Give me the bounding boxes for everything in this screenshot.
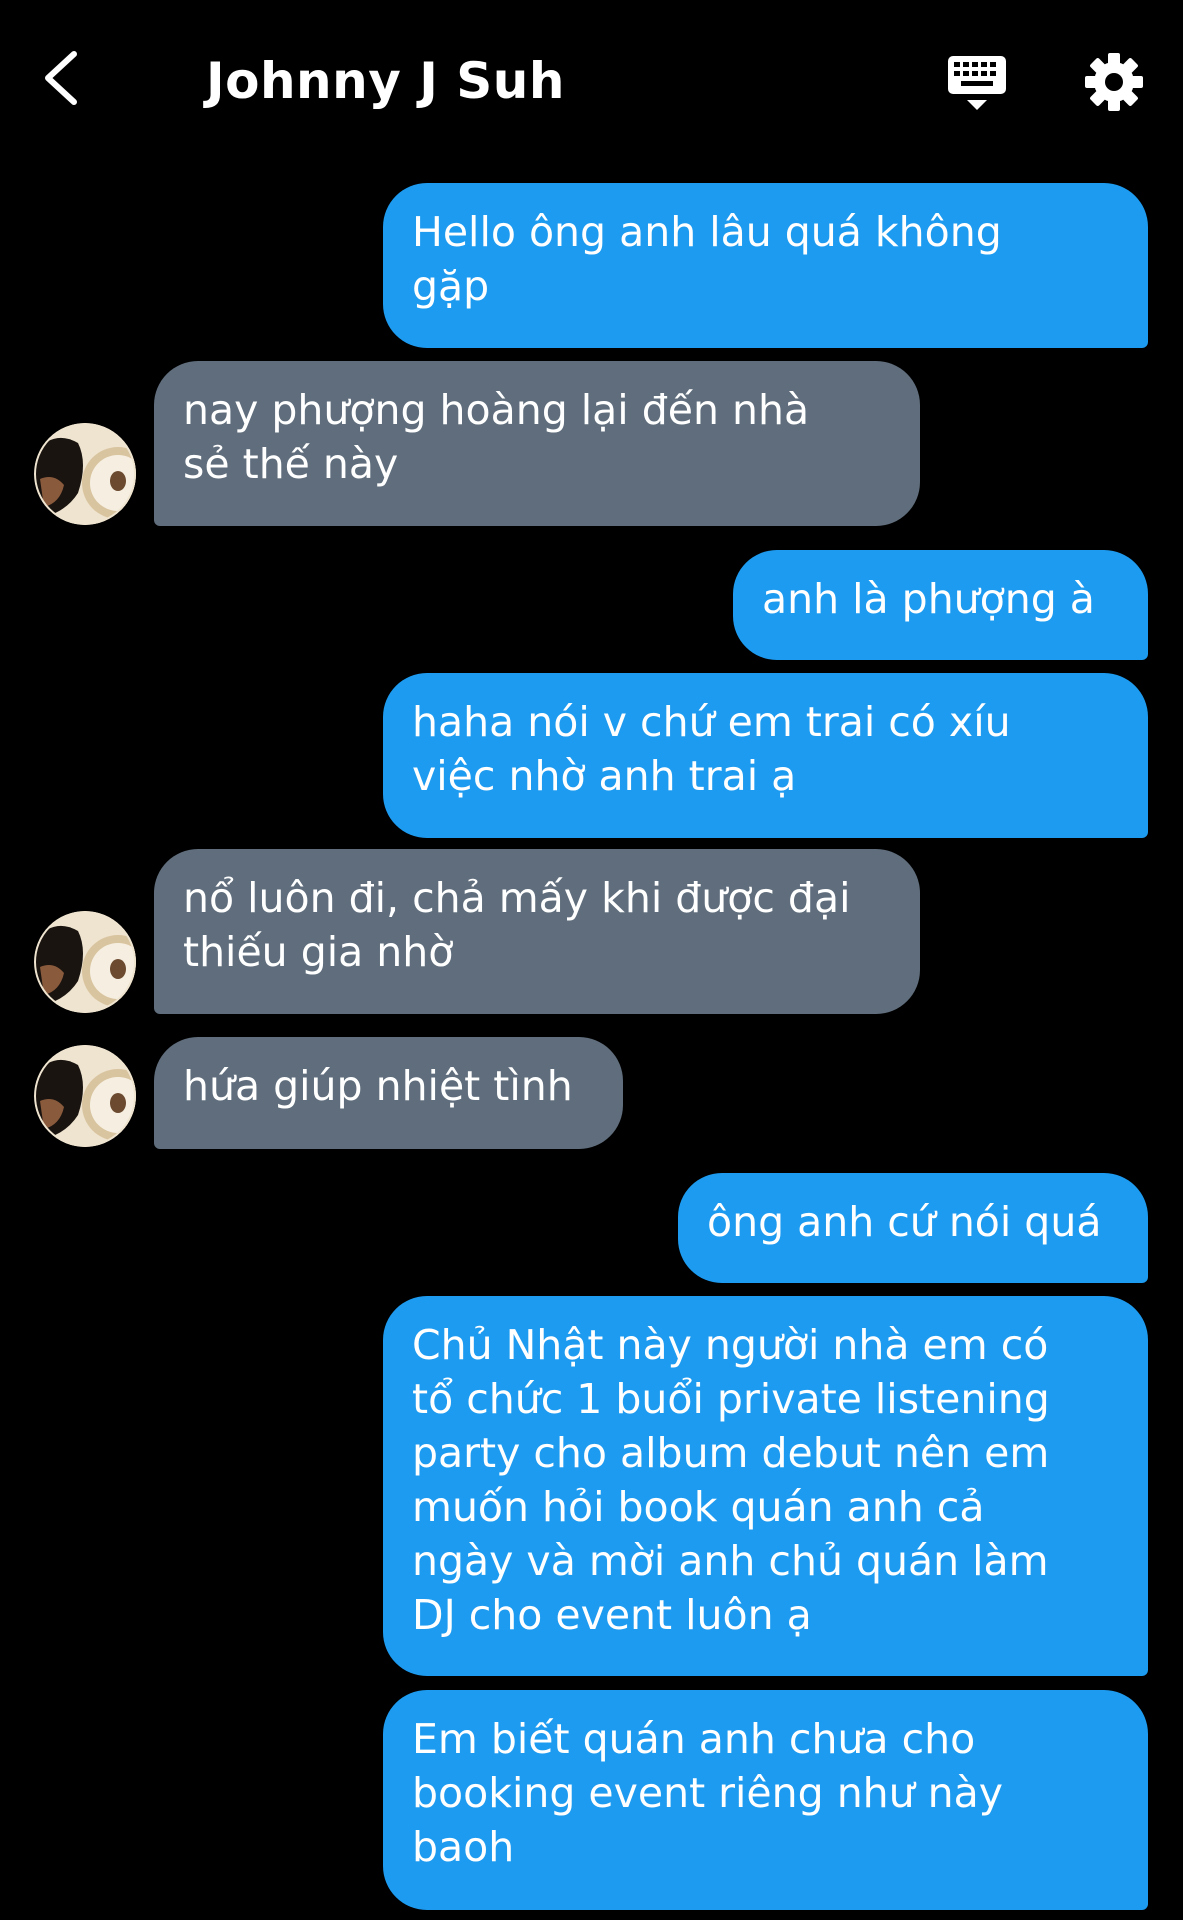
outgoing-message[interactable]: ông anh cứ nói quá [678, 1173, 1148, 1283]
chevron-left-icon [45, 51, 77, 105]
chat-header: Johnny J Suh [0, 0, 1183, 160]
incoming-message[interactable]: hứa giúp nhiệt tình [154, 1037, 623, 1149]
incoming-message[interactable]: nổ luôn đi, chả mấy khi được đại thiếu g… [154, 849, 920, 1014]
outgoing-message[interactable]: haha nói v chứ em trai có xíu việc nhờ a… [383, 673, 1148, 838]
outgoing-message[interactable]: Em biết quán anh chưa cho booking event … [383, 1690, 1148, 1910]
settings-button[interactable] [1084, 52, 1144, 112]
keyboard-button[interactable] [944, 50, 1010, 116]
outgoing-message[interactable]: Hello ông anh lâu quá không gặp [383, 183, 1148, 348]
outgoing-message[interactable]: anh là phượng à [733, 550, 1148, 660]
avatar-photo [34, 911, 136, 1013]
incoming-message[interactable]: nay phượng hoàng lại đến nhà sẻ thế này [154, 361, 920, 526]
contact-avatar[interactable] [34, 423, 136, 525]
outgoing-message[interactable]: Chủ Nhật này người nhà em có tổ chức 1 b… [383, 1296, 1148, 1676]
back-button[interactable] [36, 42, 92, 114]
gear-icon [1085, 53, 1143, 111]
avatar-photo [34, 1045, 136, 1147]
avatar-photo [34, 423, 136, 525]
conversation-title: Johnny J Suh [206, 52, 565, 110]
contact-avatar[interactable] [34, 1045, 136, 1147]
contact-avatar[interactable] [34, 911, 136, 1013]
keyboard-icon [948, 56, 1006, 110]
